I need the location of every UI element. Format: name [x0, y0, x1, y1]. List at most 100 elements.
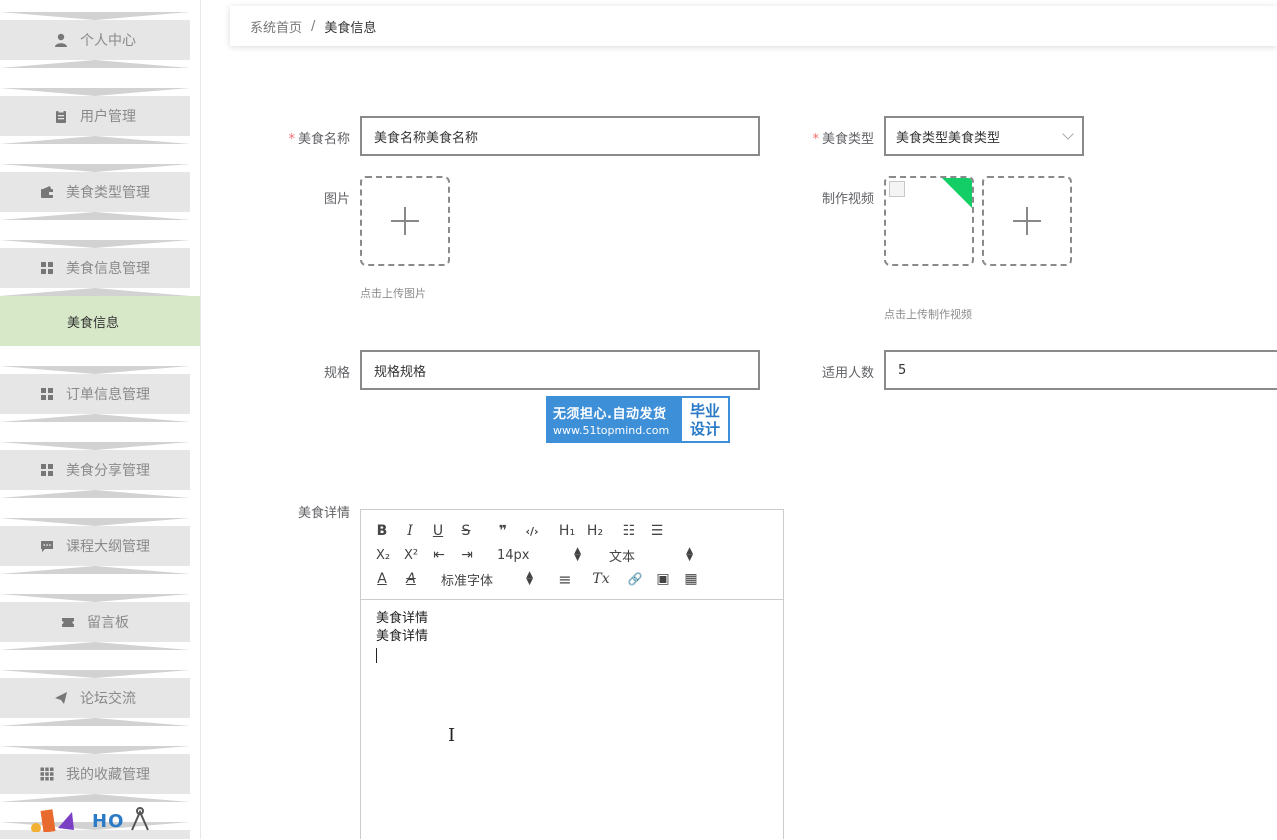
sidebar-item-favorites-management[interactable]: 我的收藏管理 — [0, 746, 190, 802]
text-caret — [376, 648, 377, 663]
video-thumbnail[interactable] — [884, 176, 974, 266]
send-icon — [54, 691, 68, 705]
sidebar-item-label: 美食分享管理 — [66, 463, 150, 479]
spec-label: 规格 — [323, 366, 350, 381]
editor-line: 美食详情 — [376, 611, 429, 626]
people-count-input[interactable]: 5 — [884, 350, 1277, 390]
ad-url: www.51topmind.com — [553, 423, 670, 437]
food-name-label: * 美食名称 — [288, 132, 350, 147]
bullet-list-button[interactable]: ☰ — [649, 521, 665, 541]
sidebar-item-user-management[interactable]: 用户管理 — [0, 88, 190, 144]
sidebar-item-label: 论坛交流 — [80, 691, 136, 707]
ad-right-line1: 毕业 — [689, 401, 720, 420]
sidebar-item-food-share-management[interactable]: 美食分享管理 — [0, 442, 190, 498]
breadcrumb-current: 美食信息 — [324, 20, 377, 36]
font-size-select[interactable]: 14px ▲ ▼ — [497, 547, 581, 563]
font-color-button[interactable]: A — [375, 569, 389, 589]
wallet-icon — [40, 185, 54, 199]
required-marker: * — [288, 132, 295, 147]
underline-button[interactable]: U — [431, 521, 445, 541]
apps-icon — [40, 767, 54, 781]
sidebar-item-label: 课程大纲管理 — [66, 539, 150, 555]
ibeam-cursor-icon: I — [448, 725, 456, 746]
spec-input[interactable]: 规格规格 — [360, 350, 760, 390]
strike-button[interactable]: S — [459, 521, 473, 541]
sidebar-decoration: HO — [28, 802, 152, 832]
outdent-button[interactable]: ⇤ — [431, 545, 447, 565]
ticket-icon — [61, 615, 75, 629]
user-icon — [54, 33, 68, 47]
ad-banner[interactable]: 无须担心.自动发货 www.51topmind.com 毕业 设计 — [546, 396, 730, 443]
font-size-value: 14px — [497, 547, 530, 563]
video-button[interactable]: ▦ — [683, 569, 699, 589]
breadcrumb-separator: / — [311, 18, 316, 34]
clipboard-icon — [54, 109, 68, 123]
sidebar-item-label: 我的收藏管理 — [66, 767, 150, 783]
sidebar-item-label: 订单信息管理 — [66, 387, 150, 403]
video-upload-button[interactable] — [982, 176, 1072, 266]
detail-label: 美食详情 — [297, 506, 350, 521]
ad-slogan: 无须担心.自动发货 — [553, 406, 667, 422]
blockquote-button[interactable]: ❞ — [495, 521, 511, 541]
sidebar: 个人中心 用户管理 美食类型管理 美食信息管理 美食信息 订单信息管理 美食分享… — [0, 0, 201, 839]
food-name-input[interactable]: 美食名称美食名称 — [360, 116, 760, 156]
image-upload-button[interactable] — [360, 176, 450, 266]
image-button[interactable]: ▣ — [655, 569, 671, 589]
ad-right-line2: 设计 — [689, 419, 720, 438]
font-family-select[interactable]: 标准字体 ▲ ▼ — [441, 570, 533, 589]
sidebar-item-forum[interactable]: 论坛交流 — [0, 670, 190, 726]
sidebar-item-food-type-management[interactable]: 美食类型管理 — [0, 164, 190, 220]
clear-format-button[interactable]: Tx — [592, 569, 609, 589]
italic-button[interactable]: I — [403, 521, 417, 541]
editor-content-area[interactable]: 美食详情 美食详情 I — [361, 600, 783, 840]
grid-icon — [40, 261, 54, 275]
indent-button[interactable]: ⇥ — [459, 545, 475, 565]
grid-icon — [40, 387, 54, 401]
toolbar-row-2: X₂ X² ⇤ ⇥ 14px ▲ ▼ 文本 ▲ ▼ — [375, 545, 693, 565]
rich-text-editor: B I U S ❞ ‹/› H₁ H₂ ☷ ☰ X₂ X² ⇤ ⇥ 14px ▲… — [360, 509, 784, 839]
sidebar-item-order-management[interactable]: 订单信息管理 — [0, 366, 190, 422]
image-upload-hint: 点击上传图片 — [360, 287, 426, 300]
bold-button[interactable]: B — [375, 521, 389, 541]
h1-button[interactable]: H₁ — [557, 521, 577, 541]
broken-image-icon — [889, 181, 905, 197]
editor-line: 美食详情 — [376, 629, 429, 644]
deco-text: HO — [92, 811, 125, 832]
background-color-button[interactable]: A — [403, 569, 419, 589]
breadcrumb: 系统首页 / 美食信息 — [230, 6, 1277, 46]
header-select[interactable]: 文本 ▲ ▼ — [609, 546, 693, 565]
people-label: 适用人数 — [821, 366, 874, 381]
sidebar-item-food-info-management[interactable]: 美食信息管理 — [0, 240, 190, 296]
toolbar-row-1: B I U S ❞ ‹/› H₁ H₂ ☷ ☰ — [375, 521, 665, 541]
subscript-button[interactable]: X₂ — [375, 545, 391, 565]
breadcrumb-home-link[interactable]: 系统首页 — [250, 17, 302, 36]
h2-button[interactable]: H₂ — [585, 521, 605, 541]
ordered-list-button[interactable]: ☷ — [621, 521, 637, 541]
sidebar-subitem-food-info[interactable]: 美食信息 — [0, 296, 200, 346]
chat-icon — [40, 539, 54, 553]
sidebar-item-message-board[interactable]: 留言板 — [0, 594, 190, 650]
superscript-button[interactable]: X² — [403, 545, 419, 565]
code-button[interactable]: ‹/› — [523, 521, 541, 541]
plus-icon — [1013, 207, 1041, 235]
video-label: 制作视频 — [821, 192, 874, 207]
ad-left: 无须担心.自动发货 www.51topmind.com — [548, 398, 682, 441]
grid-icon — [40, 463, 54, 477]
sidebar-item-label: 美食信息管理 — [66, 261, 150, 277]
sidebar-item-label: 美食类型管理 — [66, 185, 150, 201]
image-label: 图片 — [323, 192, 350, 207]
link-button[interactable]: 🔗 — [627, 569, 643, 589]
select-arrows-icon: ▲ ▼ — [526, 570, 533, 587]
required-marker: * — [812, 132, 819, 147]
upload-success-corner — [942, 178, 972, 208]
sidebar-item-personal-center[interactable]: 个人中心 — [0, 12, 190, 68]
chevron-down-icon — [1062, 128, 1074, 140]
align-button[interactable]: ≡ — [557, 569, 573, 589]
sidebar-item-course-outline-management[interactable]: 课程大纲管理 — [0, 518, 190, 574]
food-type-value: 美食类型美食类型 — [896, 130, 1001, 146]
tools-icon — [131, 807, 150, 831]
toolbar-row-3: A A 标准字体 ▲ ▼ ≡ Tx 🔗 ▣ ▦ — [375, 569, 699, 589]
sidebar-item-label: 用户管理 — [80, 109, 136, 125]
sidebar-item-label: 留言板 — [87, 615, 129, 631]
food-type-select[interactable]: 美食类型美食类型 — [884, 116, 1084, 156]
